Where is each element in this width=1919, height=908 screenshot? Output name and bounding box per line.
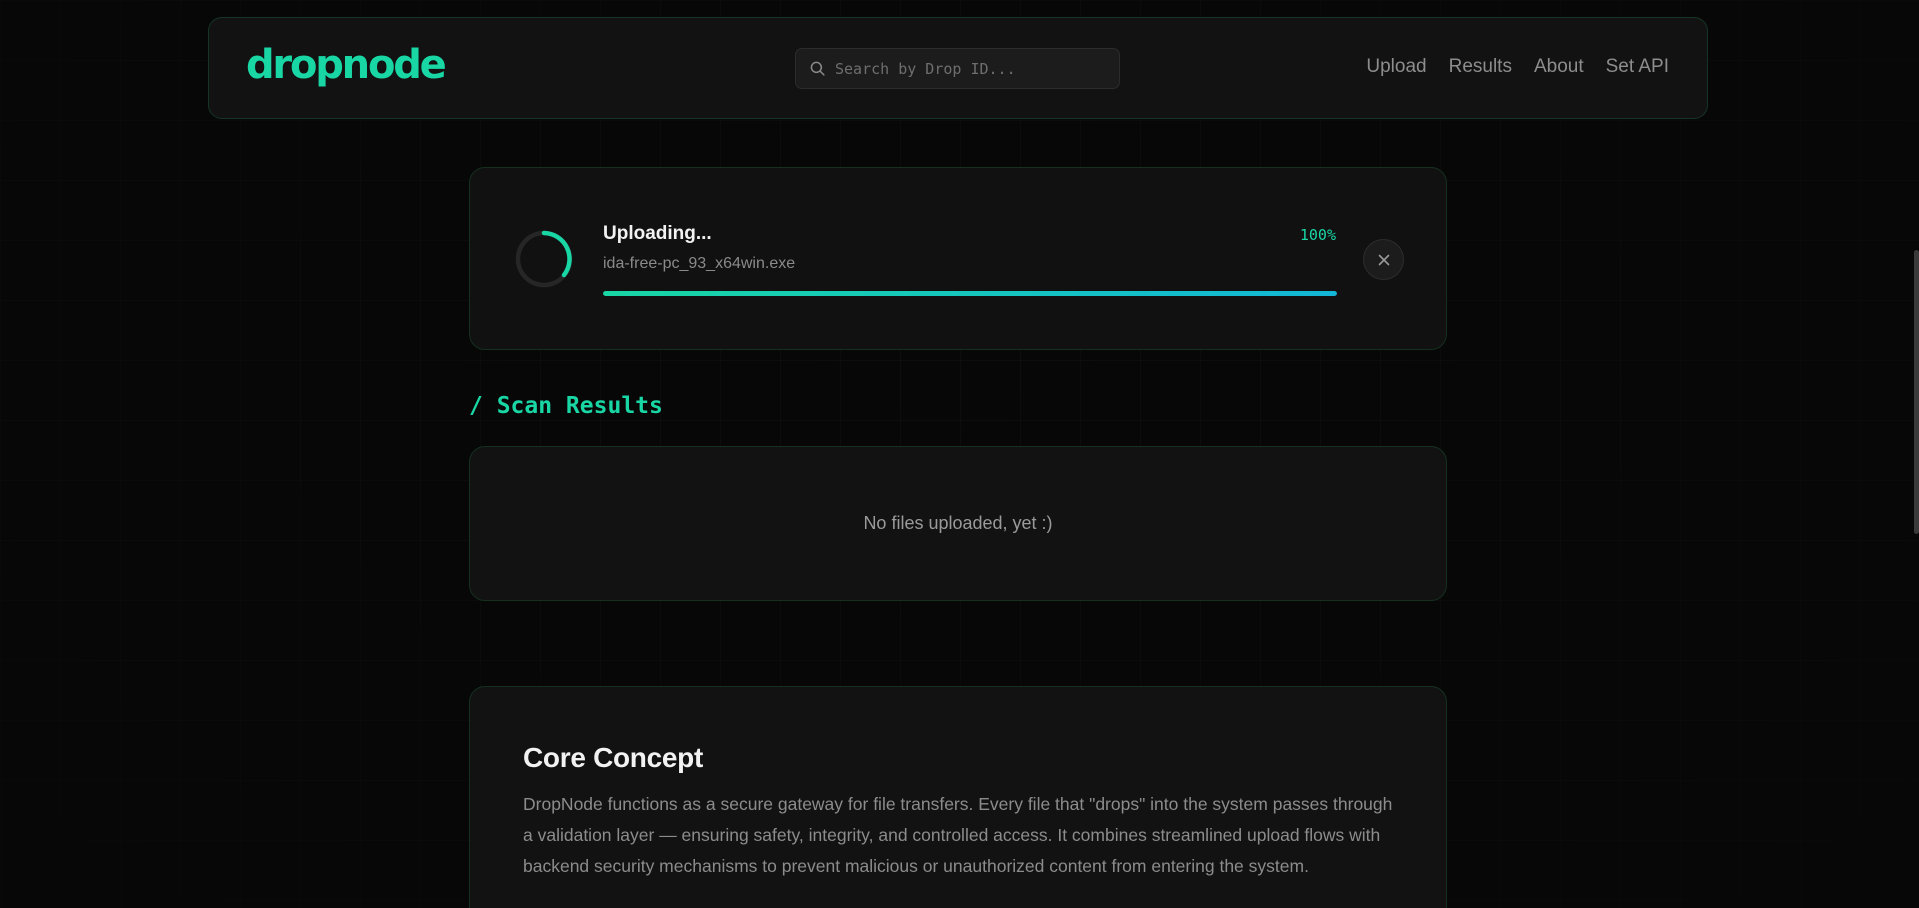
nav-link-about[interactable]: About [1534,56,1584,78]
page-scrollbar-thumb[interactable] [1914,250,1919,534]
cancel-upload-button[interactable] [1363,239,1404,280]
navbar: dropnode Upload Results About Set API [208,17,1708,119]
logo[interactable]: dropnode [246,42,447,88]
search-box[interactable] [795,48,1120,89]
close-icon [1378,254,1389,265]
nav-link-results[interactable]: Results [1449,56,1512,78]
empty-results-message: No files uploaded, yet :) [863,513,1053,533]
concept-title: Core Concept [523,742,703,773]
nav-link-set-api[interactable]: Set API [1606,56,1669,78]
search-input[interactable] [835,59,1095,78]
upload-progress-bar [603,291,1337,296]
nav-links: Upload Results About Set API [1366,56,1669,78]
loading-spinner-icon [515,230,573,288]
nav-link-upload[interactable]: Upload [1366,56,1426,78]
concept-body: DropNode functions as a secure gateway f… [523,794,1393,876]
search-icon [810,61,825,76]
upload-percent: 100% [1299,226,1336,244]
core-concept-card: Core Concept DropNode functions as a sec… [469,686,1447,908]
upload-progress-fill [603,291,1337,296]
upload-status: Uploading... [603,223,712,244]
scan-results-heading: / Scan Results [469,393,663,419]
scan-results-card: No files uploaded, yet :) [469,446,1447,601]
upload-card: Uploading... ida-free-pc_93_x64win.exe 1… [469,167,1447,350]
upload-filename: ida-free-pc_93_x64win.exe [603,255,796,272]
